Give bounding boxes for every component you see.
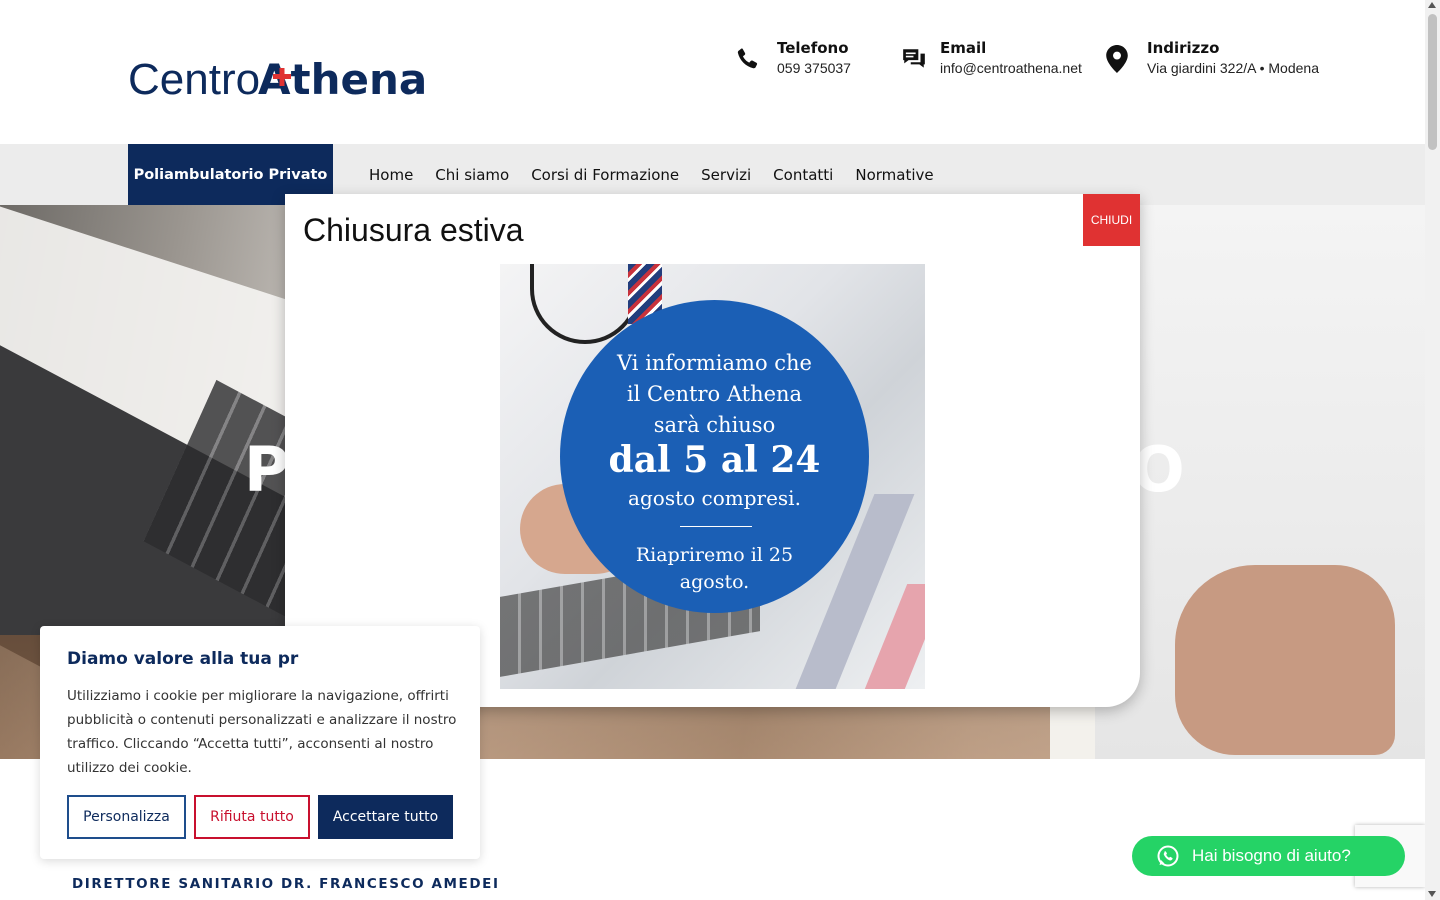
- cookie-text: Utilizziamo i cookie per migliorare la n…: [67, 688, 457, 776]
- contact-phone-label: Telefono: [777, 39, 849, 57]
- scroll-down-arrow-icon[interactable]: [1428, 891, 1436, 897]
- flyer-line-1: Vi informiamo che: [617, 351, 812, 375]
- contact-email-value[interactable]: info@centroathena.net: [940, 58, 1082, 78]
- flyer-circle: Vi informiamo che il Centro Athena sarà …: [560, 300, 869, 613]
- hero-hand: [1175, 565, 1395, 755]
- nav-item-chi-siamo[interactable]: Chi siamo: [424, 166, 520, 184]
- scroll-thumb[interactable]: [1428, 14, 1437, 150]
- flyer-reopen-1: Riapriremo il 25: [635, 544, 794, 566]
- whatsapp-help-label: Hai bisogno di aiuto?: [1192, 846, 1351, 865]
- contact-address-value: Via giardini 322/A • Modena: [1147, 60, 1319, 76]
- phone-icon: [730, 42, 764, 76]
- chat-icon: [901, 42, 927, 76]
- contact-email[interactable]: Email info@centroathena.net: [901, 38, 1082, 78]
- flyer-dates: dal 5 al 24: [608, 439, 821, 481]
- nav-item-normative[interactable]: Normative: [844, 166, 944, 184]
- flyer-line-3: sarà chiuso: [653, 413, 776, 437]
- cookie-customize-button[interactable]: Personalizza: [67, 795, 186, 839]
- contact-email-label: Email: [940, 39, 987, 57]
- contact-address[interactable]: Indirizzo Via giardini 322/A • Modena: [1100, 38, 1320, 78]
- logo[interactable]: Centro Athena: [128, 44, 438, 104]
- cookie-banner: Diamo valore alla tua pr Utilizziamo i c…: [40, 626, 480, 859]
- flyer-stripe-pink: [862, 584, 925, 689]
- cookie-reject-button[interactable]: Rifiuta tutto: [194, 795, 310, 839]
- flyer-divider: [680, 526, 752, 527]
- nav-item-contatti[interactable]: Contatti: [762, 166, 844, 184]
- logo-cross-v: [279, 68, 285, 86]
- flyer-reopen: Riapriremo il 25 agosto.: [560, 542, 869, 596]
- contact-phone[interactable]: Telefono 059 375037: [730, 38, 881, 78]
- cookie-title: Diamo valore alla tua pr: [67, 649, 299, 669]
- cookie-accept-button[interactable]: Accettare tutto: [318, 795, 453, 839]
- flyer-line-2: il Centro Athena: [626, 382, 803, 406]
- map-pin-icon: [1100, 42, 1134, 76]
- page-scrollbar[interactable]: [1425, 0, 1440, 900]
- logo-text-centro: Centro: [128, 55, 260, 104]
- nav-item-corsi[interactable]: Corsi di Formazione: [520, 166, 690, 184]
- scroll-up-arrow-icon[interactable]: [1428, 2, 1436, 8]
- contact-address-label: Indirizzo: [1147, 39, 1220, 57]
- popup-title: Chiusura estiva: [303, 212, 524, 248]
- flyer-line-4: agosto compresi.: [628, 486, 801, 510]
- nav-item-home[interactable]: Home: [358, 166, 424, 184]
- whatsapp-icon: [1156, 844, 1180, 868]
- whatsapp-help-button[interactable]: Hai bisogno di aiuto?: [1132, 836, 1405, 876]
- contact-phone-value[interactable]: 059 375037: [777, 58, 851, 78]
- director-heading: DIRETTORE SANITARIO DR. FRANCESCO AMEDEI: [72, 876, 500, 892]
- header-contacts: Telefono 059 375037 Email info@centroath…: [730, 38, 1340, 78]
- flyer-reopen-2: agosto.: [679, 571, 750, 593]
- nav-item-servizi[interactable]: Servizi: [690, 166, 762, 184]
- flyer-intro: Vi informiamo che il Centro Athena sarà …: [560, 348, 869, 441]
- popup-close-button[interactable]: CHIUDI: [1083, 194, 1140, 246]
- closure-flyer-image: Vi informiamo che il Centro Athena sarà …: [500, 264, 925, 689]
